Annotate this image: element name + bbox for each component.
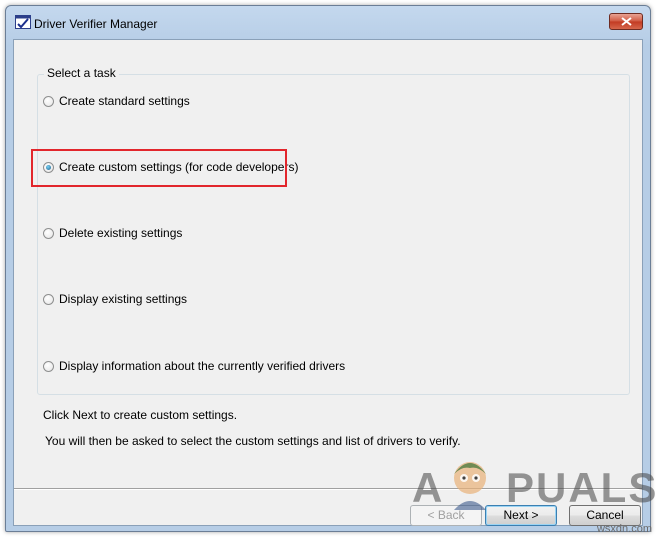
info-text-line2: You will then be asked to select the cus…	[45, 434, 461, 448]
radio-button[interactable]	[43, 293, 54, 305]
radio-display-verified-info[interactable]: Display information about the currently …	[43, 358, 345, 374]
radio-display-existing[interactable]: Display existing settings	[43, 291, 187, 307]
radio-button[interactable]	[43, 360, 54, 372]
watermark-mascot-icon	[444, 452, 496, 515]
dialog-client-area: Select a task Create standard settings C…	[13, 39, 643, 526]
watermark-logo-text: PUALS	[506, 464, 658, 511]
radio-label: Create standard settings	[59, 94, 190, 108]
radio-button[interactable]	[43, 95, 54, 107]
highlight-box	[31, 149, 287, 187]
info-text-line1: Click Next to create custom settings.	[43, 408, 238, 422]
radio-label: Display existing settings	[59, 292, 188, 306]
driver-verifier-icon	[15, 15, 31, 29]
close-button[interactable]	[609, 13, 643, 30]
title-bar[interactable]: Driver Verifier Manager	[6, 6, 650, 34]
radio-button[interactable]	[43, 227, 54, 239]
radio-label: Display information about the currently …	[59, 359, 346, 373]
task-group-label: Select a task	[44, 66, 119, 80]
window-title: Driver Verifier Manager	[34, 17, 158, 31]
watermark-logo-a: A	[412, 464, 445, 511]
radio-label: Delete existing settings	[59, 226, 183, 240]
radio-create-standard[interactable]: Create standard settings	[43, 93, 190, 109]
close-x-icon	[621, 17, 632, 26]
site-watermark: wsxdn.com	[596, 523, 652, 535]
radio-delete-existing[interactable]: Delete existing settings	[43, 225, 182, 241]
dialog-window: Driver Verifier Manager Select a task Cr…	[5, 5, 651, 532]
